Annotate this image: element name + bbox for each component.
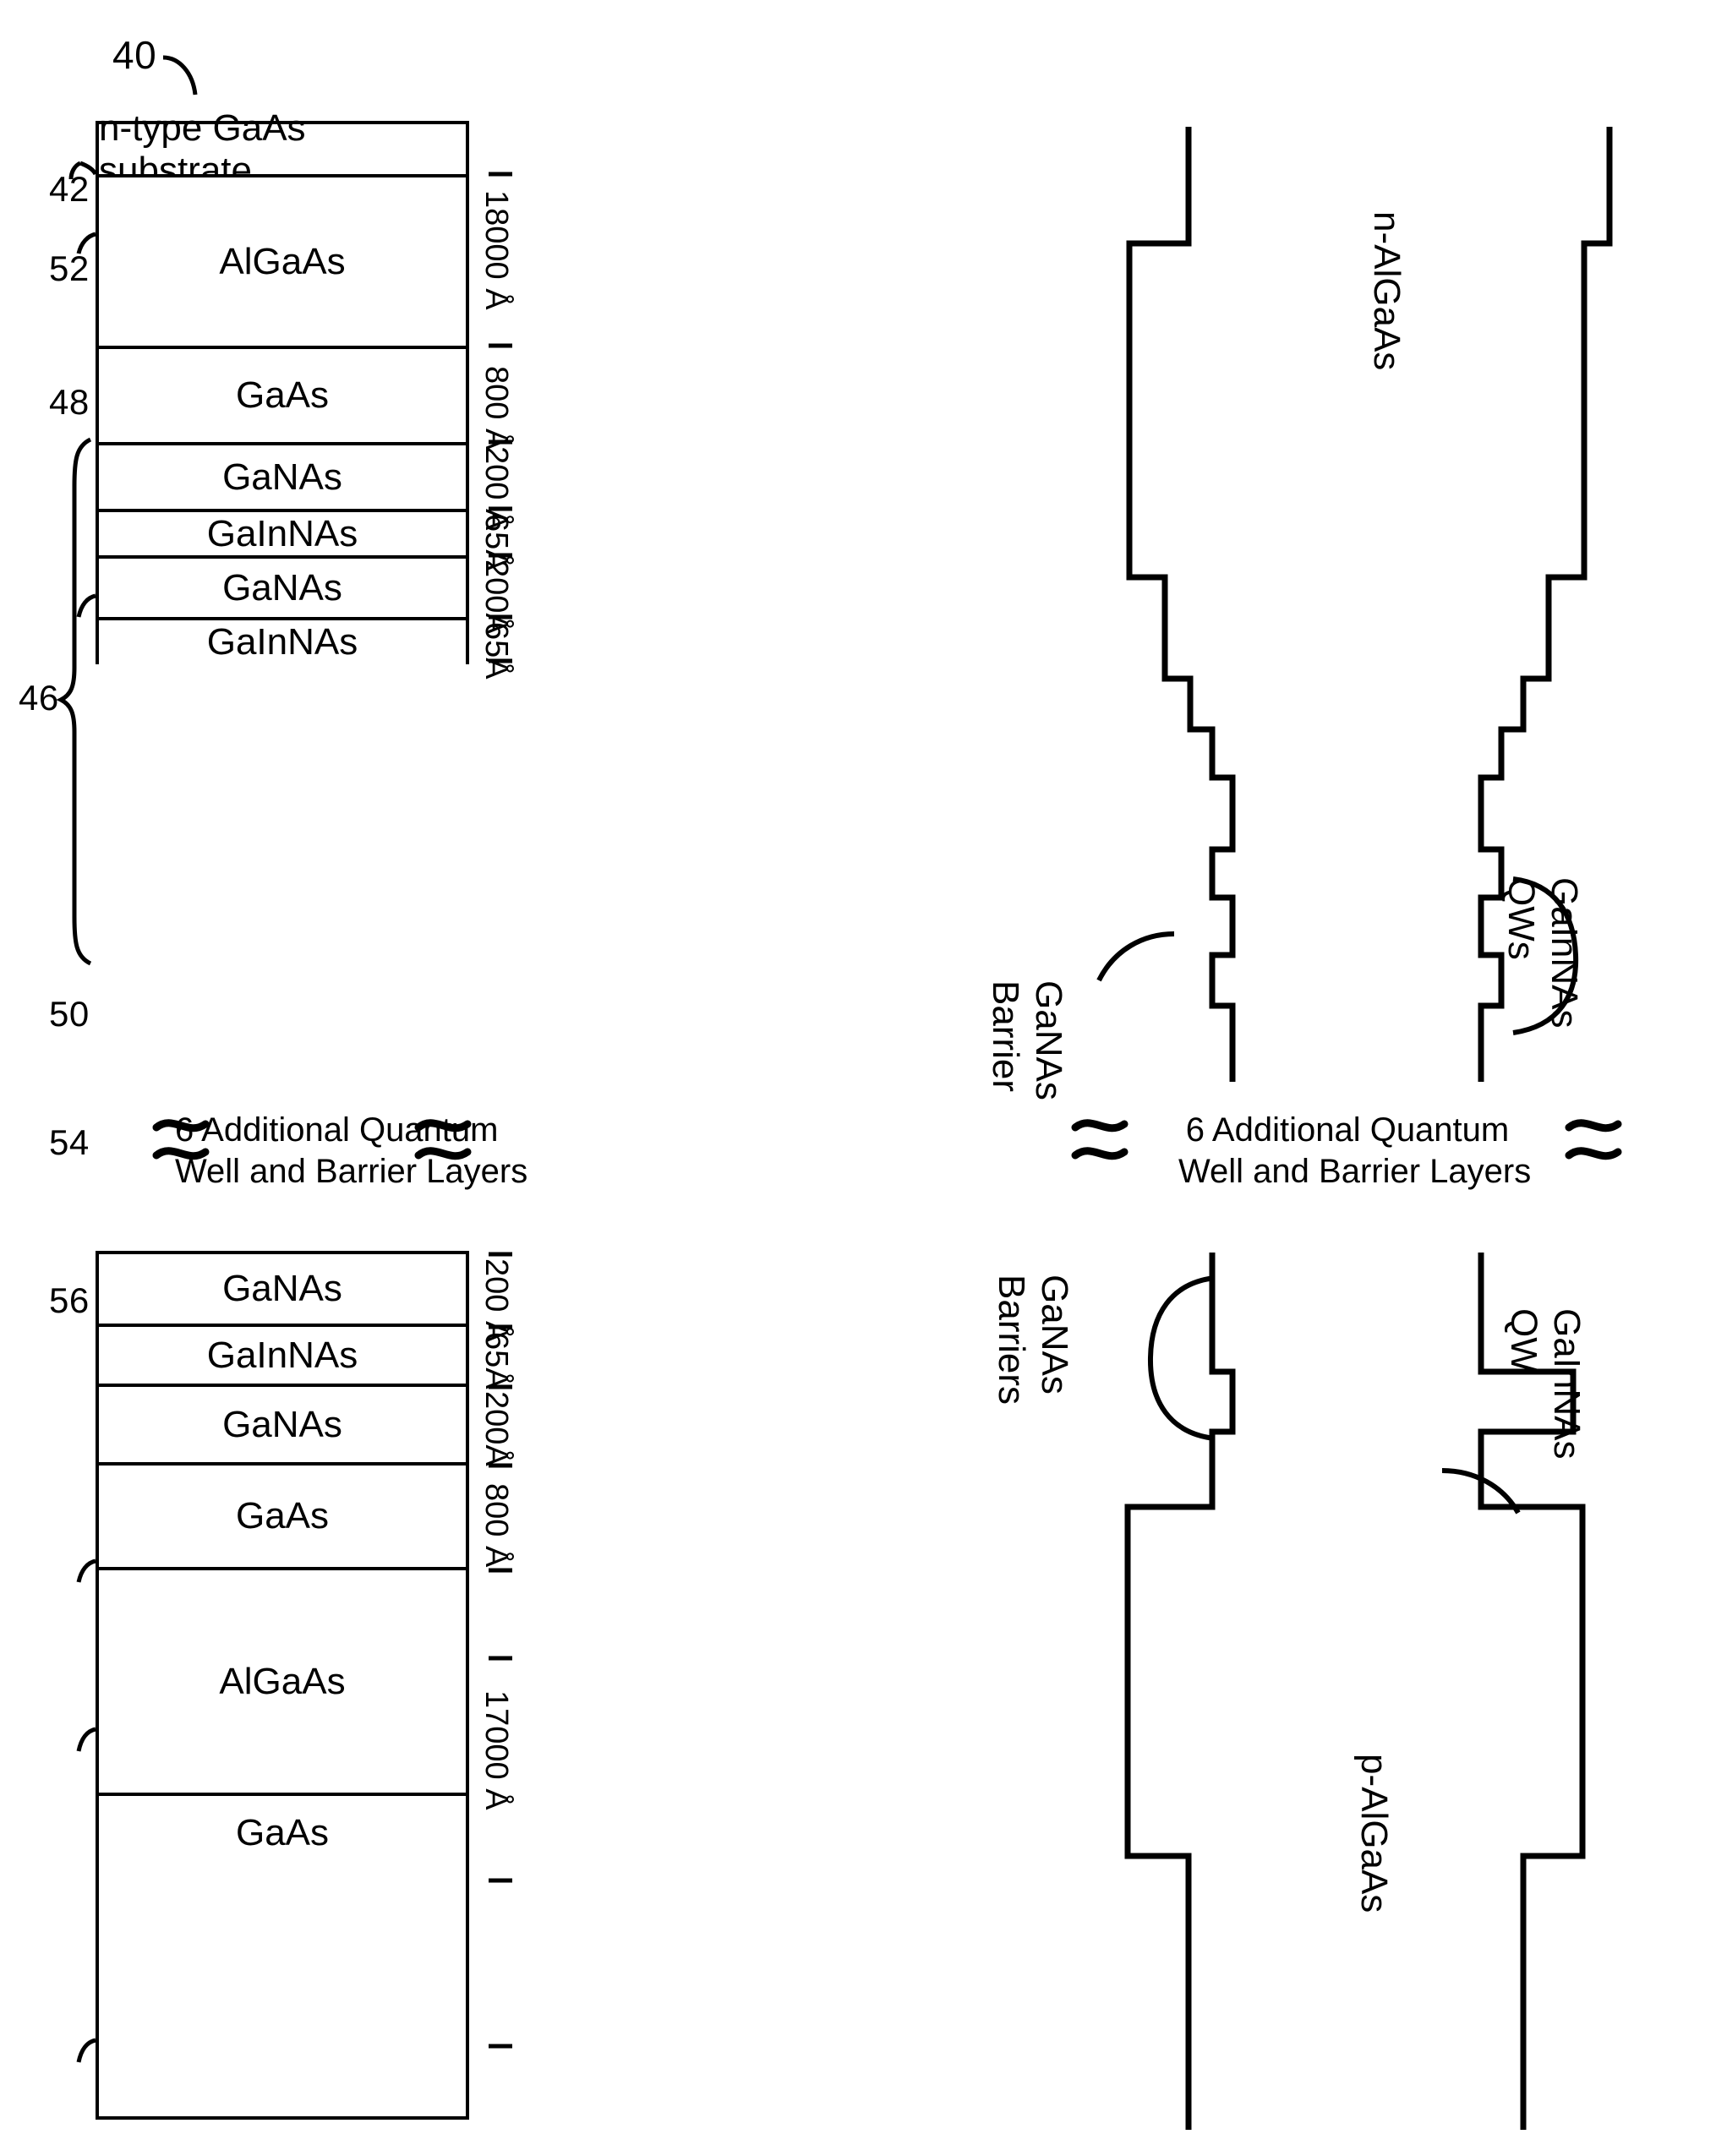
break-note-right: 6 Additional Quantum Well and Barrier La… [1178, 1110, 1532, 1193]
break-note-right-line2: Well and Barrier Layers [1178, 1152, 1532, 1190]
break-squiggles-right [1071, 1119, 1622, 1160]
patent-figure: 40 n-type GaAs substrate AlGaAs GaAs GaN… [0, 0, 1716, 2156]
break-note-right-line1: 6 Additional Quantum [1185, 1111, 1510, 1149]
